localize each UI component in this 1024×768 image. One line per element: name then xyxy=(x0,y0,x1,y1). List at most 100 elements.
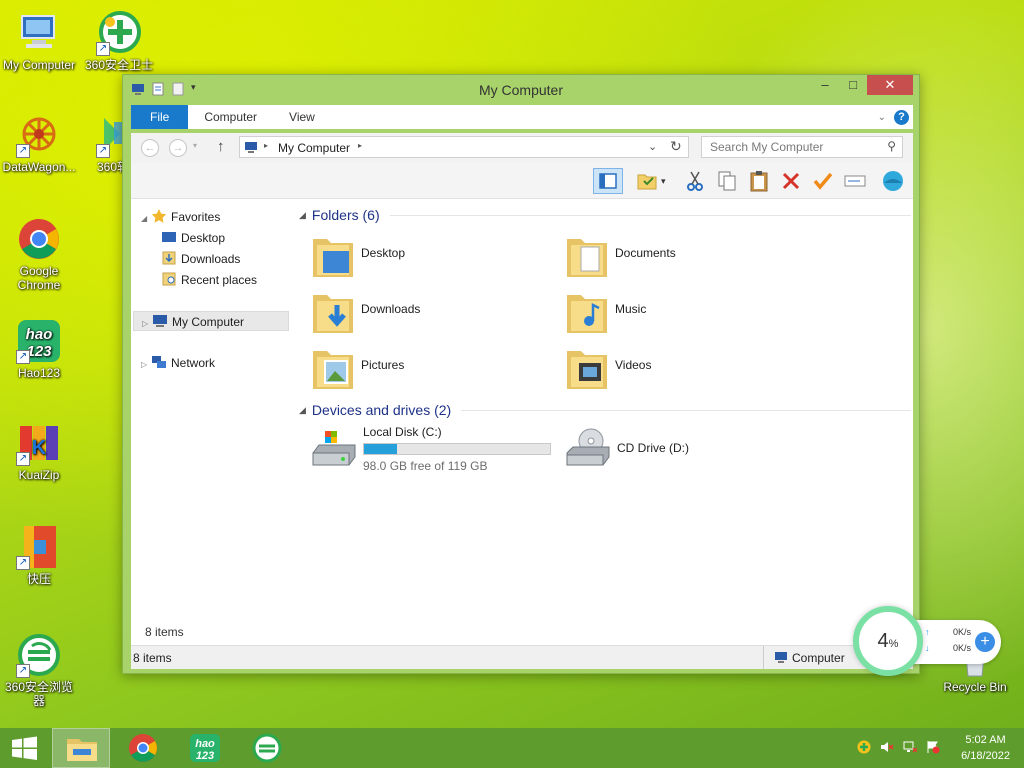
collapse-group-icon[interactable]: ◢ xyxy=(299,210,306,221)
nav-favorites[interactable]: ◢ Favorites xyxy=(141,207,220,227)
back-button[interactable]: ← xyxy=(141,139,159,157)
nav-desktop[interactable]: Desktop xyxy=(161,228,225,248)
folder-label: Downloads xyxy=(361,302,421,316)
address-bar[interactable]: ▸ My Computer ▸ ⌄ ↻ xyxy=(239,136,689,158)
action-center-flag-icon[interactable] xyxy=(926,740,940,754)
desktop-icon-label: DataWagon... xyxy=(2,160,76,174)
folder-item-documents[interactable]: Documents xyxy=(565,231,805,283)
upload-speed: 0K/s xyxy=(952,627,971,637)
breadcrumb-chevron-icon[interactable]: ▸ xyxy=(358,141,362,150)
refresh-icon[interactable]: ↻ xyxy=(670,138,682,155)
folder-item-videos[interactable]: Videos xyxy=(565,343,805,395)
paste-icon[interactable] xyxy=(747,169,771,193)
tab-file[interactable]: File xyxy=(131,105,189,129)
preview-pane-icon[interactable] xyxy=(593,168,623,194)
hard-drive-icon xyxy=(311,429,357,474)
desktop-icon-360-browser[interactable]: ↗ 360安全浏览器 xyxy=(0,632,78,708)
desktop-icon-label: KuaiZip xyxy=(18,468,60,482)
svg-text:K: K xyxy=(32,437,47,459)
desktop-icon-datawagon[interactable]: ↗ DataWagon... xyxy=(0,112,78,174)
folder-item-pictures[interactable]: Pictures xyxy=(311,343,551,395)
download-row: ↓ 0K/s xyxy=(925,643,971,653)
drive-item-local-disk-c[interactable]: Local Disk (C:) 98.0 GB free of 119 GB xyxy=(311,425,561,475)
volume-muted-icon[interactable] xyxy=(880,740,894,754)
tab-view[interactable]: View xyxy=(273,105,331,129)
system-clock[interactable]: 5:02 AM 6/18/2022 xyxy=(961,732,1010,764)
taskbar-chrome[interactable] xyxy=(114,728,172,768)
taskbar-file-explorer[interactable] xyxy=(52,728,110,768)
tab-computer[interactable]: Computer xyxy=(188,105,273,129)
rename-icon[interactable] xyxy=(843,169,867,193)
taskbar-hao123[interactable]: hao 123 xyxy=(176,728,234,768)
recent-locations-chevron-icon[interactable]: ▾ xyxy=(193,141,197,150)
cpu-usage-ring[interactable]: 4% xyxy=(853,606,923,676)
delete-icon[interactable] xyxy=(779,169,803,193)
globe-icon[interactable] xyxy=(881,169,905,193)
group-header-folders[interactable]: ◢ Folders (6) xyxy=(299,207,911,223)
desktop-icon-chrome[interactable]: Google Chrome xyxy=(0,216,78,292)
nav-downloads[interactable]: Downloads xyxy=(161,249,240,269)
address-history-chevron-icon[interactable]: ⌄ xyxy=(648,140,657,153)
content-area: ◢ Favorites Desktop Downloads Recent plac… xyxy=(131,199,913,645)
taskbar-360-browser[interactable] xyxy=(238,728,296,768)
taskbar: hao 123 5:02 AM 6/18/2022 xyxy=(0,728,1024,768)
drive-item-cd-drive-d[interactable]: CD Drive (D:) xyxy=(565,425,815,475)
360-safe-icon: ↗ xyxy=(96,10,142,56)
desktop-icon-label: 360安全浏览器 xyxy=(4,680,74,708)
shortcut-arrow-icon: ↗ xyxy=(16,350,30,364)
cd-drive-icon xyxy=(565,427,611,474)
breadcrumb-chevron-icon[interactable]: ▸ xyxy=(264,141,268,150)
nav-network[interactable]: ▷ Network xyxy=(141,353,215,373)
folder-label: Documents xyxy=(615,246,676,260)
nav-recent-places-label: Recent places xyxy=(181,273,258,287)
folder-item-music[interactable]: Music xyxy=(565,287,805,339)
check-folder-icon[interactable] xyxy=(635,169,659,193)
item-count: 8 items xyxy=(145,625,184,639)
datawagon-icon: ↗ xyxy=(16,112,62,158)
title-bar[interactable]: ▾ My Computer – □ ✕ xyxy=(123,75,919,105)
kuaizip-icon: K ↗ xyxy=(16,420,62,466)
desktop-icon-my-computer[interactable]: My Computer xyxy=(0,10,78,72)
expand-ribbon-chevron-icon[interactable]: ⌄ xyxy=(878,112,886,123)
navigation-pane: ◢ Favorites Desktop Downloads Recent plac… xyxy=(131,199,291,645)
search-input[interactable] xyxy=(702,137,872,157)
pictures-folder-icon xyxy=(311,343,355,391)
desktop-icon-label: Hao123 xyxy=(17,366,61,380)
expand-arrow-icon[interactable]: ▷ xyxy=(141,355,151,375)
360-browser-icon xyxy=(252,733,282,763)
360-tray-icon[interactable] xyxy=(857,740,871,754)
close-button[interactable]: ✕ xyxy=(867,75,913,95)
collapse-group-icon[interactable]: ◢ xyxy=(299,405,306,416)
expand-arrow-icon[interactable]: ▷ xyxy=(142,314,152,334)
chrome-icon xyxy=(129,734,157,762)
options-chevron-icon[interactable]: ▾ xyxy=(661,169,671,193)
forward-button[interactable]: → xyxy=(169,139,187,157)
network-speed-widget[interactable]: ↑ 0K/s ↓ 0K/s + 4% xyxy=(853,606,1003,676)
search-icon[interactable]: ⚲ xyxy=(887,139,896,153)
checkmark-icon[interactable] xyxy=(811,169,835,193)
breadcrumb-my-computer[interactable]: My Computer xyxy=(278,141,350,155)
nav-recent-places[interactable]: Recent places xyxy=(161,270,257,290)
svg-text:123: 123 xyxy=(26,343,52,360)
copy-icon[interactable] xyxy=(715,169,739,193)
maximize-button[interactable]: □ xyxy=(839,75,867,95)
shortcut-arrow-icon: ↗ xyxy=(96,144,110,158)
start-button[interactable] xyxy=(0,728,50,768)
desktop-icon-360-safe[interactable]: ↗ 360安全卫士 xyxy=(80,10,158,72)
widget-plus-button[interactable]: + xyxy=(975,632,995,652)
desktop-icon-hao123[interactable]: hao 123 ↗ Hao123 xyxy=(0,318,78,380)
minimize-button[interactable]: – xyxy=(811,75,839,95)
desktop-icon-kuaiya[interactable]: ↗ 快压 xyxy=(0,524,78,586)
help-icon[interactable]: ? xyxy=(894,109,909,125)
desktop-icon-kuaizip[interactable]: K ↗ KuaiZip xyxy=(0,420,78,482)
folder-item-downloads[interactable]: Downloads xyxy=(311,287,551,339)
folder-item-desktop[interactable]: Desktop xyxy=(311,231,551,283)
nav-my-computer[interactable]: ▷ My Computer xyxy=(133,311,289,331)
up-button[interactable]: ↑ xyxy=(217,138,225,155)
collapse-arrow-icon[interactable]: ◢ xyxy=(141,209,151,229)
network-status-icon[interactable] xyxy=(903,740,918,754)
window-controls: – □ ✕ xyxy=(811,75,913,95)
drive-free-space: 98.0 GB free of 119 GB xyxy=(363,459,488,473)
group-header-devices[interactable]: ◢ Devices and drives (2) xyxy=(299,402,911,418)
cut-icon[interactable] xyxy=(683,169,707,193)
